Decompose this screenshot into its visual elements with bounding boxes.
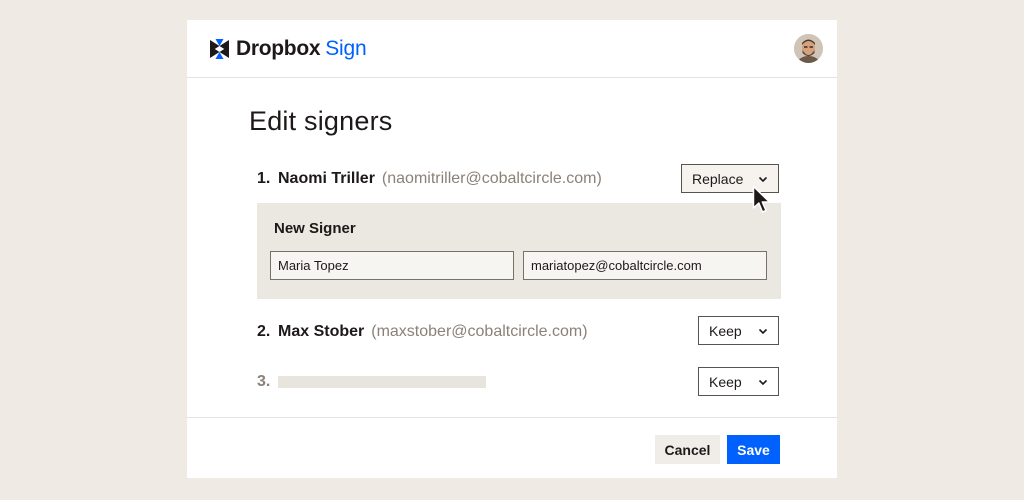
chevron-down-icon [758,379,768,386]
signer-email: (naomitriller@cobaltcircle.com) [381,170,602,187]
select-value: Keep [709,322,742,339]
save-button[interactable]: Save [727,435,780,464]
signer-number: 2. [257,323,271,340]
chevron-down-icon [758,328,768,335]
signer-number: 1. [257,170,271,187]
select-value: Keep [709,373,742,390]
dialog-footer: Cancel Save [187,417,837,478]
chevron-down-icon [758,176,768,183]
brand-name: Dropbox [236,37,321,60]
dropbox-logo-icon [210,39,229,59]
signer-number: 3. [257,373,271,390]
cancel-button[interactable]: Cancel [655,435,720,464]
user-avatar[interactable] [794,34,823,63]
signer-name: Naomi Triller [278,170,375,187]
signer-email: (maxstober@cobaltcircle.com) [371,323,588,340]
signer-2-action-select[interactable]: Keep [698,316,779,345]
new-signer-panel: New Signer [257,203,781,299]
mouse-pointer-icon [752,185,771,213]
avatar-image [794,34,823,63]
signer-3-action-select[interactable]: Keep [698,367,779,396]
signer-row-3: 3. [257,367,486,397]
signer-row-1: 1. Naomi Triller (naomitriller@cobaltcir… [257,164,602,194]
select-value: Replace [692,170,744,187]
brand-logo[interactable]: Dropbox Sign [210,37,367,61]
edit-signers-card: Dropbox Sign Edit signers 1. Naomi Trill… [187,20,837,478]
new-signer-title: New Signer [274,220,356,237]
page-title: Edit signers [249,106,393,136]
signer-name-placeholder [278,376,486,388]
new-signer-email-input[interactable] [523,251,767,280]
signer-name: Max Stober [278,323,365,340]
signer-row-2: 2. Max Stober (maxstober@cobaltcircle.co… [257,317,588,347]
app-header: Dropbox Sign [187,20,837,78]
brand-product: Sign [325,37,367,60]
new-signer-name-input[interactable] [270,251,514,280]
